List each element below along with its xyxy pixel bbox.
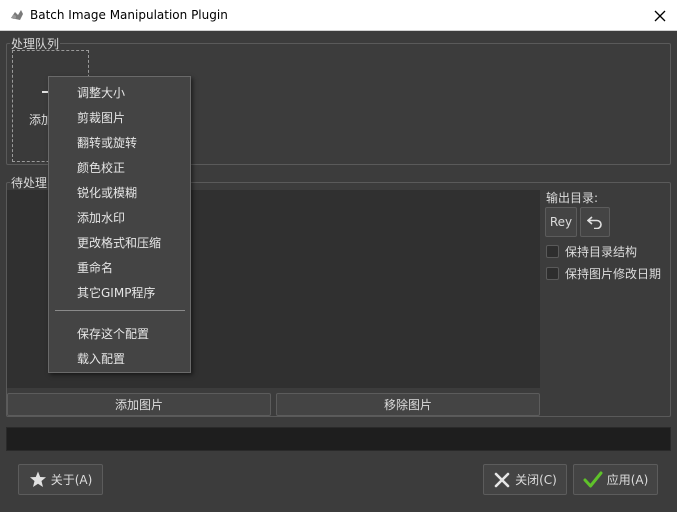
menu-item-crop[interactable]: 剪裁图片: [77, 109, 125, 126]
output-dir-label: 输出目录:: [546, 191, 599, 205]
keep-structure-checkbox[interactable]: 保持目录结构: [546, 243, 637, 260]
title-bar: Batch Image Manipulation Plugin: [0, 0, 677, 31]
menu-item-resize[interactable]: 调整大小: [77, 84, 125, 101]
about-label: 关于(A): [50, 473, 93, 487]
apply-button[interactable]: 应用(A): [573, 464, 658, 495]
add-step-menu: 调整大小 剪裁图片 翻转或旋转 颜色校正 锐化或模糊 添加水印 更改格式和压缩 …: [48, 76, 191, 373]
menu-item-sharpen-blur[interactable]: 锐化或模糊: [77, 184, 137, 201]
window-close-button[interactable]: [643, 0, 677, 31]
window-title: Batch Image Manipulation Plugin: [30, 8, 228, 22]
checkbox-box[interactable]: [546, 245, 559, 258]
about-button[interactable]: 关于(A): [18, 464, 103, 495]
menu-item-rename[interactable]: 重命名: [77, 259, 113, 276]
menu-item-flip-rotate[interactable]: 翻转或旋转: [77, 134, 137, 151]
keep-date-label: 保持图片修改日期: [565, 267, 662, 281]
menu-item-save-config[interactable]: 保存这个配置: [77, 325, 149, 342]
menu-item-load-config[interactable]: 载入配置: [77, 350, 125, 367]
menu-item-other-gimp[interactable]: 其它GIMP程序: [77, 284, 155, 301]
progress-bar: [6, 427, 671, 451]
apply-label: 应用(A): [606, 473, 649, 487]
remove-images-button[interactable]: 移除图片: [276, 393, 540, 416]
menu-item-watermark[interactable]: 添加水印: [77, 209, 125, 226]
keep-date-checkbox[interactable]: 保持图片修改日期: [546, 265, 661, 282]
close-button[interactable]: 关闭(C): [483, 464, 567, 495]
menu-separator: [55, 310, 185, 311]
close-icon: [654, 10, 666, 21]
x-icon: [493, 471, 511, 489]
menu-item-color-correct[interactable]: 颜色校正: [77, 159, 125, 176]
keep-structure-label: 保持目录结构: [565, 245, 638, 259]
output-folder-button[interactable]: Rey: [545, 207, 577, 237]
star-icon: [29, 471, 47, 488]
reset-output-button[interactable]: [580, 207, 610, 237]
check-icon: [583, 471, 603, 489]
undo-icon: [587, 216, 602, 229]
checkbox-box[interactable]: [546, 267, 559, 280]
menu-item-format-compress[interactable]: 更改格式和压缩: [77, 234, 161, 251]
close-label: 关闭(C): [515, 473, 557, 487]
app-icon: [11, 10, 23, 20]
add-images-button[interactable]: 添加图片: [7, 393, 271, 416]
pending-label: 待处理: [10, 174, 49, 191]
